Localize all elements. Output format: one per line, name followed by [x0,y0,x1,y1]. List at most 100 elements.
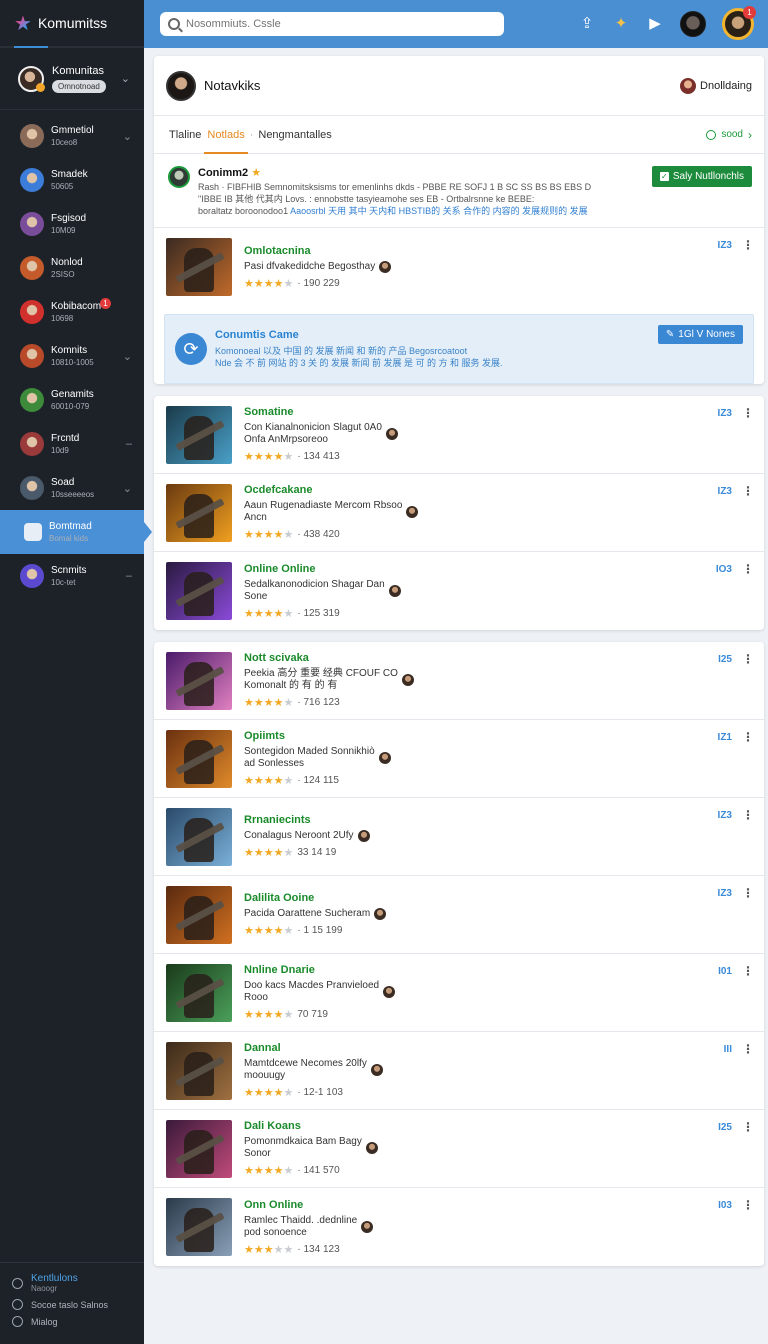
more-options-icon[interactable]: ⋮ [742,886,754,900]
tab-management[interactable]: Nengmantalles [255,116,334,154]
sidebar-item[interactable]: Genamits 60010-079 [0,378,144,422]
list-item[interactable]: Dalilita Ooine Pacida Oarattene Sucheram ★… [154,876,764,954]
sidebar-item[interactable]: Scnmits 10c-tet – [0,554,144,598]
item-title[interactable]: Dalilita Ooine [244,892,386,904]
game-thumbnail[interactable] [166,405,232,464]
more-options-icon[interactable]: ⋮ [742,652,754,666]
game-thumbnail[interactable] [166,483,232,542]
search-box[interactable] [160,12,504,36]
video-camera-icon[interactable]: ▶ [646,15,664,33]
list-item[interactable]: Omlotacnina Pasi dfvakedidche Begosthay ★★… [154,228,764,306]
item-tag[interactable]: IO3 [716,564,732,575]
game-thumbnail[interactable] [166,651,232,710]
item-title[interactable]: Omlotacnina [244,245,391,257]
list-item[interactable]: Onn Online Ramlec Thaidd. .dednline pod so… [154,1188,764,1266]
item-tag[interactable]: IZ3 [718,810,732,821]
sidebar-item[interactable]: Gmmetiol 10ceo8 ⌄ [0,114,144,158]
list-item[interactable]: Ocdefcakane Aaun Rugenadiaste Mercom Rbso… [154,474,764,552]
item-tag[interactable]: I25 [718,1122,732,1133]
sidebar-item[interactable]: Nonlod 2SISO [0,246,144,290]
sidebar-item[interactable]: Bomtmad Bomal kids [0,510,152,554]
sidebar-item[interactable]: Frcntd 10d9 – [0,422,144,466]
game-thumbnail[interactable] [166,238,232,296]
promo-button[interactable]: ✎ 1Gl V Nones [657,325,743,344]
list-item[interactable]: Dali Koans Pomonmdkaica Bam Bagy Sonor ★★★★… [154,1110,764,1188]
avatar[interactable] [406,506,419,518]
brand[interactable]: ★ Komumitss [0,0,144,48]
item-title[interactable]: Nott scivaka [244,652,414,664]
item-tag[interactable]: IZ1 [718,732,732,743]
item-tag[interactable]: IZ3 [718,888,732,899]
more-options-icon[interactable]: ⋮ [742,238,754,252]
chevron-down-icon[interactable]: ⌄ [121,72,130,85]
user-avatar[interactable]: 1 [722,6,756,40]
avatar[interactable] [383,986,396,998]
list-item[interactable]: Rrnaniecints Conalagus Neroont 2Ufy ★★★★★ 3… [154,798,764,876]
game-thumbnail[interactable] [166,1198,232,1256]
list-item[interactable]: Somatine Con Kianalnonicion Slagut 0A0 Onf… [154,396,764,474]
avatar[interactable] [374,908,387,920]
chevron-down-icon[interactable]: ⌄ [123,350,132,363]
item-tag[interactable]: I25 [718,654,732,665]
collapse-icon[interactable]: – [126,438,132,450]
avatar[interactable] [168,166,190,188]
item-title[interactable]: Dali Koans [244,1120,378,1132]
more-options-icon[interactable]: ⋮ [742,1042,754,1056]
more-options-icon[interactable]: ⋮ [742,406,754,420]
footer-link[interactable]: Mialog [12,1316,132,1327]
avatar[interactable] [361,1220,374,1233]
item-title[interactable]: Onn Online [244,1199,373,1211]
sidebar-item[interactable]: Smadek 50605 [0,158,144,202]
more-options-icon[interactable]: ⋮ [742,808,754,822]
notice-action-button[interactable]: ✓ Saly Nutllonchls [651,166,752,187]
avatar[interactable] [388,584,401,597]
sidebar-item[interactable]: Komnits 10810-1005 ⌄ [0,334,144,378]
game-thumbnail[interactable] [166,1119,232,1178]
notice-highlight-link[interactable]: Aaoosrbl 天用 其中 天内和 HBSTIB的 关系 合作的 内容的 发展… [290,206,588,216]
more-options-icon[interactable]: ⋮ [742,562,754,576]
avatar[interactable] [379,260,392,273]
list-item[interactable]: Nnline Dnarie Doo kacs Macdes Pranvieloed… [154,954,764,1032]
avatar[interactable] [378,752,391,764]
sidebar-item[interactable]: Fsgisod 10M09 [0,202,144,246]
list-item[interactable]: Opiimts Sontegidon Maded Sonnikhiò ad Sonl… [154,720,764,798]
item-title[interactable]: Rrnaniecints [244,814,370,826]
footer-link[interactable]: Socoe taslo Salnos [12,1299,132,1310]
avatar[interactable] [365,1142,378,1154]
avatar[interactable] [357,830,370,842]
item-title[interactable]: Dannal [244,1042,383,1054]
avatar[interactable] [401,674,414,686]
more-options-icon[interactable]: ⋮ [742,1120,754,1134]
search-input[interactable] [186,18,486,30]
item-tag[interactable]: IZ3 [718,486,732,497]
item-tag[interactable]: IZ3 [718,408,732,419]
item-tag[interactable]: I03 [718,1200,732,1211]
profile-switcher[interactable]: Komunitas Omnotnoad ⌄ [0,48,144,110]
game-thumbnail[interactable] [166,807,232,866]
header-user[interactable]: Dnolldaing [680,77,752,94]
more-options-icon[interactable]: ⋮ [742,730,754,744]
game-thumbnail[interactable] [166,729,232,788]
game-thumbnail[interactable] [166,963,232,1022]
item-title[interactable]: Online Online [244,563,401,575]
item-tag[interactable]: I01 [718,966,732,977]
chevron-down-icon[interactable]: ⌄ [123,482,132,495]
avatar[interactable] [680,11,706,37]
game-thumbnail[interactable] [166,562,232,620]
tab-notlads[interactable]: Notlads [204,116,248,154]
game-thumbnail[interactable] [166,885,232,944]
more-options-icon[interactable]: ⋮ [742,964,754,978]
more-options-icon[interactable]: ⋮ [742,1198,754,1212]
chevron-down-icon[interactable]: ⌄ [123,130,132,143]
item-title[interactable]: Opiimts [244,730,391,742]
avatar[interactable] [166,70,196,101]
game-thumbnail[interactable] [166,1041,232,1100]
collapse-icon[interactable]: – [126,570,132,582]
avatar[interactable] [385,428,398,440]
avatar[interactable] [370,1064,383,1076]
sort-link[interactable]: sood › [706,128,752,142]
tab-trending[interactable]: Tlaline [166,116,204,154]
item-title[interactable]: Ocdefcakane [244,484,418,496]
item-tag[interactable]: IZ3 [718,240,732,251]
list-item[interactable]: Online Online Sedalkanonodicion Shagar Da… [154,552,764,630]
